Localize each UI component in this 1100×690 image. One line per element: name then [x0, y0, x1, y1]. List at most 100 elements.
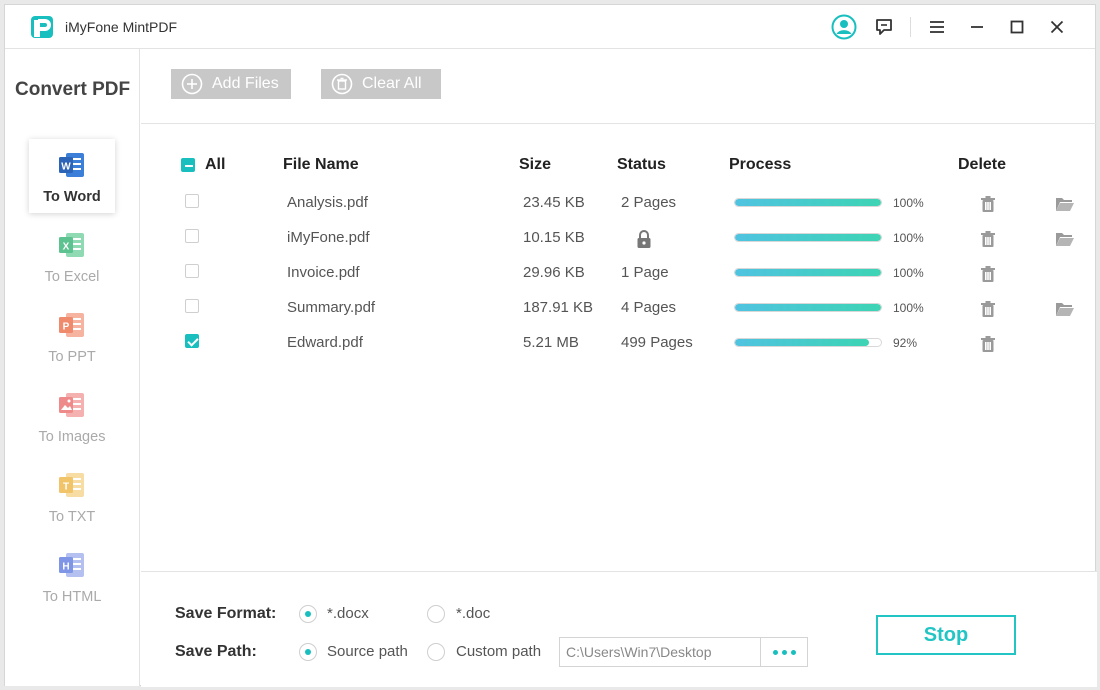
excel-file-icon: X — [59, 233, 84, 257]
titlebar-separator — [910, 17, 911, 37]
table-row[interactable]: Analysis.pdf 23.45 KB 2 Pages 100% — [141, 186, 1097, 221]
user-icon — [831, 14, 857, 40]
row-checkbox[interactable] — [185, 299, 199, 313]
word-file-icon: W — [59, 153, 84, 177]
format-docx-label[interactable]: *.docx — [327, 605, 369, 622]
progress-fill — [735, 269, 881, 276]
plus-circle-icon — [181, 73, 203, 95]
open-folder-icon[interactable] — [1055, 301, 1075, 317]
progress-percent: 100% — [893, 266, 924, 280]
file-name: Edward.pdf — [287, 334, 363, 351]
nav-label-to-images: To Images — [38, 429, 106, 445]
trash-circle-icon — [331, 73, 353, 95]
file-status: 2 Pages — [621, 194, 677, 211]
custom-path-input[interactable] — [559, 637, 761, 667]
custom-path-radio[interactable] — [427, 643, 445, 661]
table-row[interactable]: Invoice.pdf 29.96 KB 1 Page 100% — [141, 256, 1097, 291]
file-name: iMyFone.pdf — [287, 229, 370, 246]
svg-text:H: H — [62, 562, 69, 573]
svg-text:W: W — [61, 162, 71, 173]
browse-path-button[interactable] — [761, 637, 808, 667]
custom-path-label[interactable]: Custom path — [456, 643, 541, 660]
file-status: 499 Pages — [621, 334, 693, 351]
progress-fill — [735, 234, 881, 241]
progress-fill — [735, 199, 881, 206]
open-folder-icon[interactable] — [1055, 231, 1075, 247]
progress-bar — [734, 268, 882, 277]
file-size: 29.96 KB — [523, 264, 585, 281]
add-files-label: Add Files — [212, 75, 279, 92]
bottom-panel: Save Format: *.docx *.doc Save Path: Sou… — [141, 571, 1097, 687]
nav-label-to-excel: To Excel — [44, 269, 100, 285]
add-files-button[interactable]: Add Files — [171, 69, 291, 99]
row-checkbox[interactable] — [185, 264, 199, 278]
progress-bar — [734, 233, 882, 242]
file-name: Invoice.pdf — [287, 264, 360, 281]
row-checkbox[interactable] — [185, 194, 199, 208]
progress-fill — [735, 304, 881, 311]
source-path-radio[interactable] — [299, 643, 317, 661]
header-size: Size — [519, 156, 552, 173]
progress-bar — [734, 338, 882, 347]
header-delete: Delete — [958, 156, 1007, 173]
open-folder-icon[interactable] — [1055, 196, 1075, 212]
nav-to-images[interactable]: To Images — [29, 379, 115, 453]
maximize-button[interactable] — [997, 13, 1037, 41]
minimize-button[interactable] — [957, 13, 997, 41]
nav-to-excel[interactable]: X To Excel — [29, 219, 115, 293]
app-window: iMyFone MintPDF Convert PDF W To Word X … — [4, 4, 1097, 687]
header-file-name: File Name — [283, 156, 359, 173]
format-docx-radio[interactable] — [299, 605, 317, 623]
file-size: 10.15 KB — [523, 229, 585, 246]
nav-label-to-html: To HTML — [42, 589, 102, 605]
nav-to-txt[interactable]: T To TXT — [29, 459, 115, 533]
row-checkbox[interactable] — [185, 229, 199, 243]
header-status: Status — [617, 156, 666, 173]
feedback-button[interactable] — [864, 13, 904, 41]
file-name: Analysis.pdf — [287, 194, 368, 211]
trash-icon[interactable] — [980, 335, 996, 353]
title-bar: iMyFone MintPDF — [5, 5, 1095, 49]
header-process: Process — [729, 156, 792, 173]
html-file-icon: H — [59, 553, 84, 577]
format-doc-label[interactable]: *.doc — [456, 605, 490, 622]
txt-file-icon: T — [59, 473, 84, 497]
close-button[interactable] — [1037, 13, 1077, 41]
file-name: Summary.pdf — [287, 299, 376, 316]
trash-icon[interactable] — [980, 230, 996, 248]
trash-icon[interactable] — [980, 195, 996, 213]
menu-button[interactable] — [917, 13, 957, 41]
progress-percent: 100% — [893, 196, 924, 210]
trash-icon[interactable] — [980, 265, 996, 283]
account-button[interactable] — [824, 13, 864, 41]
row-checkbox[interactable] — [185, 334, 199, 348]
select-all-checkbox[interactable] — [181, 158, 195, 172]
trash-icon[interactable] — [980, 300, 996, 318]
stop-button[interactable]: Stop — [876, 615, 1016, 655]
nav-label-to-word: To Word — [43, 189, 101, 205]
close-icon — [1050, 20, 1064, 34]
sidebar: Convert PDF W To Word X To Excel P To PP… — [5, 49, 140, 686]
nav-to-ppt[interactable]: P To PPT — [29, 299, 115, 373]
menu-icon — [930, 21, 944, 33]
app-title: iMyFone MintPDF — [65, 19, 178, 35]
minimize-icon — [971, 26, 983, 28]
table-row[interactable]: Summary.pdf 187.91 KB 4 Pages 100% — [141, 291, 1097, 326]
file-size: 23.45 KB — [523, 194, 585, 211]
chat-bubble-icon — [876, 19, 892, 35]
nav-to-word[interactable]: W To Word — [29, 139, 115, 213]
clear-all-button[interactable]: Clear All — [321, 69, 441, 99]
nav-to-html[interactable]: H To HTML — [29, 539, 115, 613]
lock-icon — [637, 230, 651, 248]
maximize-icon — [1010, 20, 1024, 34]
header-all: All — [205, 156, 226, 173]
format-doc-radio[interactable] — [427, 605, 445, 623]
table-row[interactable]: Edward.pdf 5.21 MB 499 Pages 92% — [141, 326, 1097, 361]
ellipsis-dot — [781, 649, 787, 655]
source-path-label[interactable]: Source path — [327, 643, 408, 660]
progress-fill — [735, 339, 870, 346]
table-row[interactable]: iMyFone.pdf 10.15 KB 100% — [141, 221, 1097, 256]
save-path-label: Save Path: — [175, 643, 257, 660]
clear-all-label: Clear All — [362, 75, 422, 92]
file-size: 5.21 MB — [523, 334, 579, 351]
